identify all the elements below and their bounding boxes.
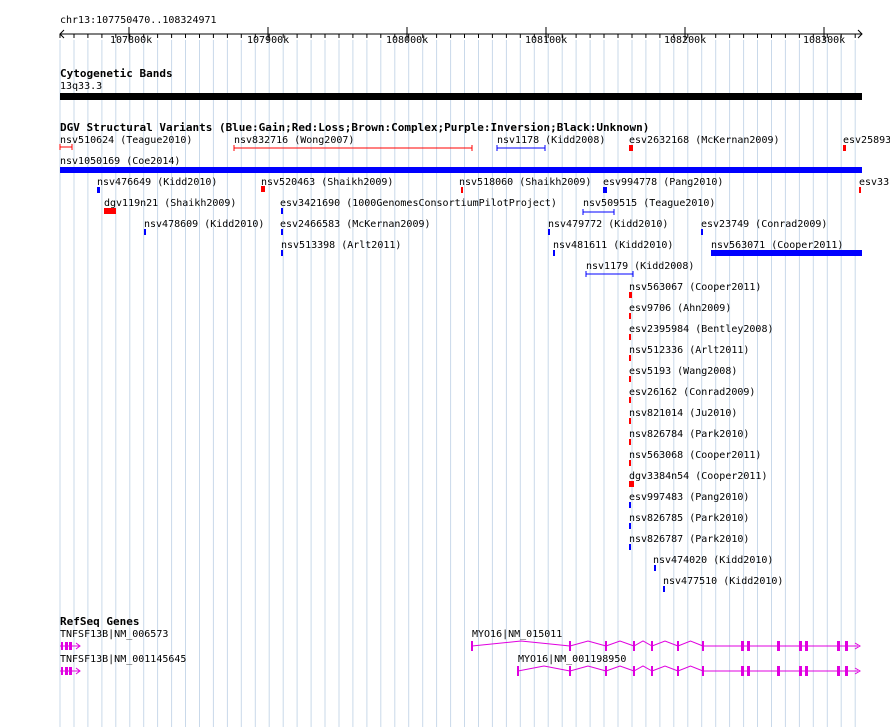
variant-label[interactable]: nsv474020 (Kidd2010) — [653, 555, 773, 566]
gene-exon — [845, 641, 848, 651]
variant-label[interactable]: nsv512336 (Arlt2011) — [629, 345, 749, 356]
variant-label[interactable]: nsv563068 (Cooper2011) — [629, 450, 761, 461]
variant-label[interactable]: nsv509515 (Teague2010) — [583, 198, 715, 209]
gene-exon — [605, 641, 607, 651]
gene-exon — [741, 666, 744, 676]
gene-label[interactable]: TNFSF13B|NM_006573 — [60, 629, 168, 640]
gene-exon — [741, 641, 744, 651]
variant-label[interactable]: nsv826787 (Park2010) — [629, 534, 749, 545]
gene-exon — [799, 641, 802, 651]
variant-label[interactable]: esv23749 (Conrad2009) — [701, 219, 827, 230]
gene-label[interactable]: MYO16|NM_001198950 — [518, 654, 626, 665]
gene-exon — [837, 666, 840, 676]
variant-label[interactable]: esv26162 (Conrad2009) — [629, 387, 755, 398]
variant-label[interactable]: nsv563071 (Cooper2011) — [711, 240, 843, 251]
gene-exon — [805, 666, 808, 676]
gene-exon — [777, 666, 780, 676]
cytoband-label: 13q33.3 — [60, 81, 103, 92]
variant-label[interactable]: nsv1178 (Kidd2008) — [497, 135, 605, 146]
gene-label[interactable]: TNFSF13B|NM_001145645 — [60, 654, 186, 665]
gene-label[interactable]: MYO16|NM_015011 — [472, 629, 562, 640]
variant-label[interactable]: nsv479772 (Kidd2010) — [548, 219, 668, 230]
gene-exon — [702, 641, 704, 651]
ruler-tick-label: 107800k — [110, 35, 153, 46]
ruler-tick-label: 108100k — [525, 35, 568, 46]
gene-exon — [677, 641, 679, 651]
gene-exon — [633, 641, 635, 651]
dgv-track-title[interactable]: DGV Structural Variants (Blue:Gain;Red:L… — [60, 122, 649, 134]
location-readout: chr13:107750470..108324971 — [60, 15, 217, 26]
variant-label[interactable]: nsv826785 (Park2010) — [629, 513, 749, 524]
gene-exon — [651, 666, 653, 676]
variant-label[interactable]: esv994778 (Pang2010) — [603, 177, 723, 188]
gene-exon — [605, 666, 607, 676]
gene-exon — [65, 667, 68, 675]
variant-label[interactable]: nsv513398 (Arlt2011) — [281, 240, 401, 251]
variant-label[interactable]: nsv478609 (Kidd2010) — [144, 219, 264, 230]
gene-exon — [747, 666, 750, 676]
gene-exon — [747, 641, 750, 651]
variant-label[interactable]: esv9706 (Ahn2009) — [629, 303, 731, 314]
gene-exon — [799, 666, 802, 676]
gene-exon — [517, 666, 519, 676]
ruler-tick-label: 108200k — [664, 35, 707, 46]
gene-exon — [845, 666, 848, 676]
variant-label[interactable]: nsv518060 (Shaikh2009) — [459, 177, 591, 188]
ruler-tick-label: 107900k — [247, 35, 290, 46]
variant-label[interactable]: esv3421690 (1000GenomesConsortiumPilotPr… — [280, 198, 557, 209]
variant-label[interactable]: esv5193 (Wang2008) — [629, 366, 737, 377]
gene-exon — [777, 641, 780, 651]
variant-bar — [60, 167, 862, 173]
variant-label[interactable]: nsv520463 (Shaikh2009) — [261, 177, 393, 188]
variant-label[interactable]: esv2395984 (Bentley2008) — [629, 324, 774, 335]
variant-label[interactable]: nsv1179 (Kidd2008) — [586, 261, 694, 272]
gene-exon — [805, 641, 808, 651]
variant-label[interactable]: nsv826784 (Park2010) — [629, 429, 749, 440]
gene-exon — [633, 666, 635, 676]
variant-label[interactable]: esv2466583 (McKernan2009) — [280, 219, 431, 230]
gene-exon — [569, 666, 571, 676]
variant-label[interactable]: nsv563067 (Cooper2011) — [629, 282, 761, 293]
variant-label[interactable]: nsv1050169 (Coe2014) — [60, 156, 180, 167]
variant-label[interactable]: nsv477510 (Kidd2010) — [663, 576, 783, 587]
variant-label[interactable]: dgv119n21 (Shaikh2009) — [104, 198, 236, 209]
gene-exon — [61, 642, 63, 650]
variant-label[interactable]: esv33 — [859, 177, 889, 188]
cytoband-bar[interactable] — [60, 93, 862, 100]
gene-exon — [69, 667, 72, 675]
gene-exon — [69, 642, 72, 650]
variant-label[interactable]: esv25893 — [843, 135, 890, 146]
gene-exon — [677, 666, 679, 676]
gene-exon — [61, 667, 63, 675]
cytoband-track-title[interactable]: Cytogenetic Bands — [60, 68, 173, 80]
gene-exon — [471, 641, 473, 651]
ruler-tick-label: 108000k — [386, 35, 429, 46]
variant-label[interactable]: esv2632168 (McKernan2009) — [629, 135, 780, 146]
gene-exon — [837, 641, 840, 651]
variant-label[interactable]: nsv821014 (Ju2010) — [629, 408, 737, 419]
variant-label[interactable]: nsv510624 (Teague2010) — [60, 135, 192, 146]
gene-exon — [569, 641, 571, 651]
gene-exon — [702, 666, 704, 676]
gene-exon — [651, 641, 653, 651]
variant-label[interactable]: esv997483 (Pang2010) — [629, 492, 749, 503]
variant-label[interactable]: nsv476649 (Kidd2010) — [97, 177, 217, 188]
variant-label[interactable]: dgv3384n54 (Cooper2011) — [629, 471, 767, 482]
refseq-track-title[interactable]: RefSeq Genes — [60, 616, 139, 628]
variant-label[interactable]: nsv481611 (Kidd2010) — [553, 240, 673, 251]
ruler-tick-label: 108300k — [803, 35, 846, 46]
variant-label[interactable]: nsv832716 (Wong2007) — [234, 135, 354, 146]
gene-exon — [65, 642, 68, 650]
